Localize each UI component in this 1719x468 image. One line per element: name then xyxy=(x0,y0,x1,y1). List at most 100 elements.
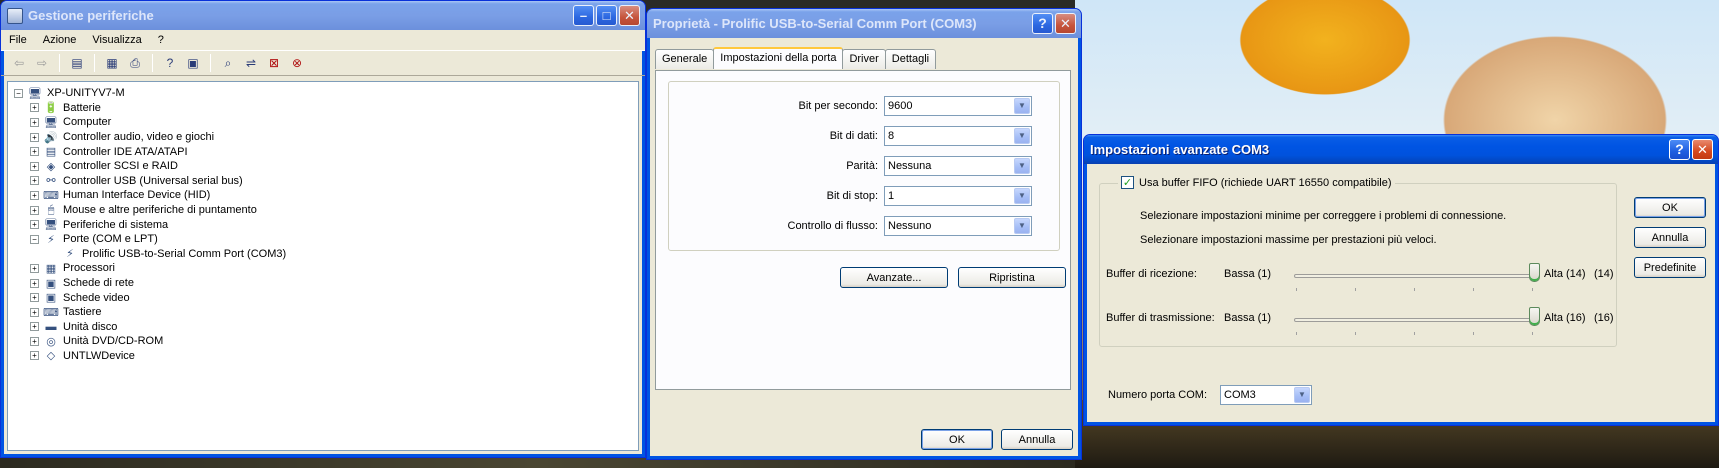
tree-category[interactable]: + ⌨ Tastiere xyxy=(14,305,638,320)
update-driver-icon[interactable]: ⇌ xyxy=(241,54,261,72)
tree-category[interactable]: + 🔋 Batterie xyxy=(14,101,638,116)
expand-icon[interactable]: + xyxy=(30,205,39,215)
chevron-down-icon[interactable]: ▼ xyxy=(1014,188,1030,204)
expand-icon[interactable]: + xyxy=(30,161,39,171)
device-manager-titlebar[interactable]: Gestione periferiche – □ ✕ xyxy=(1,1,645,30)
port-setting-select[interactable]: Nessuna ▼ xyxy=(884,156,1032,176)
tree-device[interactable]: ⚡ Prolific USB-to-Serial Comm Port (COM3) xyxy=(14,247,638,262)
transmit-slider-thumb[interactable] xyxy=(1529,307,1540,326)
advanced-button[interactable]: Avanzate... xyxy=(840,267,948,288)
tree-category[interactable]: + ▣ Schede di rete xyxy=(14,276,638,291)
menu-file[interactable]: File xyxy=(9,34,27,46)
port-setting-select[interactable]: Nessuno ▼ xyxy=(884,216,1032,236)
help-button[interactable]: ? xyxy=(1669,139,1690,160)
tree-category[interactable]: + ▤ Controller IDE ATA/ATAPI xyxy=(14,144,638,159)
tab-generale[interactable]: Generale xyxy=(655,49,715,69)
tree-category[interactable]: + ▦ Processori xyxy=(14,261,638,276)
expand-icon[interactable]: + xyxy=(30,147,39,157)
expand-icon[interactable]: + xyxy=(30,220,39,230)
chevron-down-icon[interactable]: ▼ xyxy=(1014,218,1030,234)
fifo-checkbox-label[interactable]: Usa buffer FIFO (richiede UART 16550 com… xyxy=(1139,177,1392,189)
device-category-icon: ▬ xyxy=(45,320,57,333)
expand-icon[interactable]: + xyxy=(30,336,39,346)
expand-icon[interactable]: + xyxy=(30,351,39,361)
device-category-icon: ⚡ xyxy=(47,233,55,246)
expand-icon[interactable]: + xyxy=(30,176,39,186)
tab-impostazioni-porta[interactable]: Impostazioni della porta xyxy=(713,47,844,69)
expand-icon[interactable]: + xyxy=(30,190,39,200)
port-setting-select[interactable]: 8 ▼ xyxy=(884,126,1032,146)
restore-defaults-button[interactable]: Ripristina xyxy=(958,267,1066,288)
tree-category-label: Tastiere xyxy=(63,306,102,319)
menu-help[interactable]: ? xyxy=(158,34,164,46)
chevron-down-icon[interactable]: ▼ xyxy=(1294,387,1310,403)
device-category-icon: ▦ xyxy=(45,262,57,275)
com-port-select[interactable]: COM3 ▼ xyxy=(1220,385,1312,405)
expand-icon[interactable]: + xyxy=(30,293,39,303)
chevron-down-icon[interactable]: ▼ xyxy=(1014,98,1030,114)
advanced-titlebar[interactable]: Impostazioni avanzate COM3 ? ✕ xyxy=(1084,135,1718,164)
disable-device-icon[interactable]: ⊠ xyxy=(264,54,284,72)
expand-icon[interactable]: + xyxy=(30,132,39,142)
properties-icon[interactable]: ▦ xyxy=(102,54,122,72)
print-icon[interactable]: ⎙ xyxy=(125,54,145,72)
ok-button[interactable]: OK xyxy=(1634,197,1706,218)
back-arrow-icon[interactable]: ⇦ xyxy=(9,54,29,72)
expand-icon[interactable]: + xyxy=(30,278,39,288)
port-setting-select[interactable]: 9600 ▼ xyxy=(884,96,1032,116)
menu-azione[interactable]: Azione xyxy=(43,34,77,46)
tree-category[interactable]: + 🖥 Periferiche di sistema xyxy=(14,217,638,232)
help-button[interactable]: ? xyxy=(1032,13,1053,34)
expand-icon[interactable]: + xyxy=(30,307,39,317)
properties-titlebar[interactable]: Proprietà - Prolific USB-to-Serial Comm … xyxy=(647,9,1081,38)
chevron-down-icon[interactable]: ▼ xyxy=(1014,128,1030,144)
tree-category[interactable]: + ⌨ Human Interface Device (HID) xyxy=(14,188,638,203)
collapse-icon[interactable]: − xyxy=(14,88,23,98)
minimize-button[interactable]: – xyxy=(573,5,594,26)
tree-category[interactable]: + ▬ Unità disco xyxy=(14,320,638,335)
tree-category[interactable]: + ⚯ Controller USB (Universal serial bus) xyxy=(14,174,638,189)
forward-arrow-icon[interactable]: ⇨ xyxy=(32,54,52,72)
cancel-button[interactable]: Annulla xyxy=(1634,227,1706,248)
uninstall-device-icon[interactable]: ⊗ xyxy=(287,54,307,72)
port-setting-select[interactable]: 1 ▼ xyxy=(884,186,1032,206)
slider-tick xyxy=(1296,332,1297,335)
receive-slider-thumb[interactable] xyxy=(1529,263,1540,282)
show-view-icon[interactable]: ▤ xyxy=(67,54,87,72)
tree-category[interactable]: + 🖥 Computer xyxy=(14,115,638,130)
ok-button[interactable]: OK xyxy=(921,429,993,450)
help-icon[interactable]: ? xyxy=(160,54,180,72)
tree-category[interactable]: + ◇ UNTLWDevice xyxy=(14,349,638,364)
receive-buffer-label: Buffer di ricezione: xyxy=(1106,268,1197,280)
close-button[interactable]: ✕ xyxy=(619,5,640,26)
tree-category[interactable]: + ◎ Unità DVD/CD-ROM xyxy=(14,334,638,349)
scan-hardware-icon[interactable]: ⌕ xyxy=(218,54,238,72)
port-setting-row: Controllo di flusso: Nessuno ▼ xyxy=(788,216,1032,236)
maximize-button[interactable]: □ xyxy=(596,5,617,26)
properties-window: Proprietà - Prolific USB-to-Serial Comm … xyxy=(646,8,1082,460)
expand-icon[interactable]: + xyxy=(30,322,39,332)
cancel-button[interactable]: Annulla xyxy=(1001,429,1073,450)
fifo-checkbox[interactable]: ✓ xyxy=(1121,176,1134,189)
tree-category[interactable]: + ▣ Schede video xyxy=(14,290,638,305)
tree-category[interactable]: − ⚡ Porte (COM e LPT) xyxy=(14,232,638,247)
tree-category[interactable]: + 🖱 Mouse e altre periferiche di puntament… xyxy=(14,203,638,218)
tree-root[interactable]: − 🖥 XP-UNITYV7-M xyxy=(14,86,638,101)
receive-buffer-slider[interactable] xyxy=(1294,274,1534,278)
tab-driver[interactable]: Driver xyxy=(842,49,886,69)
view-icon[interactable]: ▣ xyxy=(183,54,203,72)
tree-category[interactable]: + 🔊 Controller audio, video e giochi xyxy=(14,130,638,145)
expand-icon[interactable]: + xyxy=(30,263,39,273)
menu-visualizza[interactable]: Visualizza xyxy=(92,34,141,46)
transmit-buffer-slider[interactable] xyxy=(1294,318,1534,322)
tab-dettagli[interactable]: Dettagli xyxy=(884,49,937,69)
expand-icon[interactable]: + xyxy=(30,117,39,127)
close-button[interactable]: ✕ xyxy=(1692,139,1713,160)
close-button[interactable]: ✕ xyxy=(1055,13,1076,34)
device-tree[interactable]: − 🖥 XP-UNITYV7-M + 🔋 Batterie + 🖥 Computer + 🔊 C… xyxy=(7,81,639,451)
expand-icon[interactable]: + xyxy=(30,103,39,113)
collapse-icon[interactable]: − xyxy=(30,234,39,244)
chevron-down-icon[interactable]: ▼ xyxy=(1014,158,1030,174)
defaults-button[interactable]: Predefinite xyxy=(1634,257,1706,278)
tree-category[interactable]: + ◈ Controller SCSI e RAID xyxy=(14,159,638,174)
